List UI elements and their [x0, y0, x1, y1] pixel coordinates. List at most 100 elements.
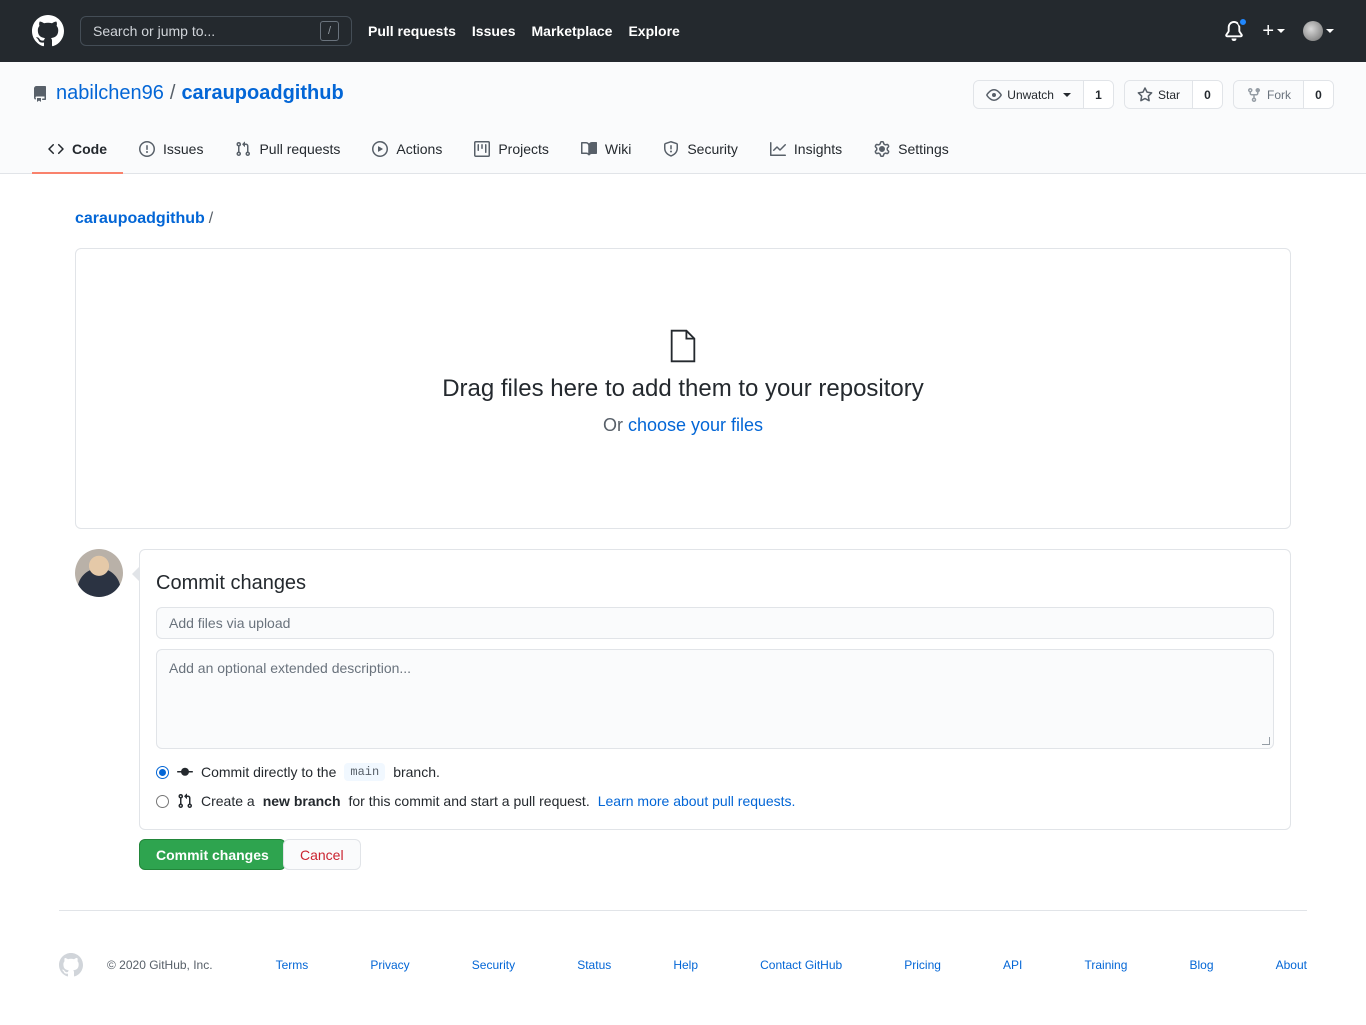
footer-link-privacy[interactable]: Privacy: [370, 958, 409, 972]
commit-summary-placeholder: Add files via upload: [169, 615, 291, 631]
github-logo-icon[interactable]: [59, 953, 83, 977]
notifications-bell-icon[interactable]: [1224, 17, 1249, 41]
fork-label: Fork: [1267, 87, 1291, 102]
footer-link-training[interactable]: Training: [1084, 958, 1127, 972]
drop-zone-heading: Drag files here to add them to your repo…: [442, 375, 924, 402]
eye-icon: [986, 88, 1003, 101]
commit-directly-prefix: Commit directly to the: [201, 764, 337, 780]
repo-title-separator: /: [169, 82, 176, 104]
breadcrumb: caraupoadgithub /: [75, 210, 213, 228]
file-drop-zone[interactable]: Drag files here to add them to your repo…: [75, 248, 1291, 529]
footer-link-api[interactable]: API: [1003, 958, 1022, 972]
footer-link-security[interactable]: Security: [472, 958, 515, 972]
nav-explore[interactable]: Explore: [628, 23, 679, 39]
search-input[interactable]: Search or jump to... /: [80, 16, 352, 46]
footer-link-help[interactable]: Help: [673, 958, 698, 972]
stars-count[interactable]: 0: [1192, 81, 1222, 108]
tab-settings[interactable]: Settings: [858, 126, 965, 174]
tab-insights-label: Insights: [793, 141, 843, 157]
code-icon: [48, 143, 64, 155]
repo-icon: [34, 85, 46, 102]
footer-link-status[interactable]: Status: [577, 958, 611, 972]
commit-description-textarea[interactable]: Add an optional extended description...: [156, 649, 1274, 749]
breadcrumb-separator: /: [208, 210, 214, 227]
chevron-down-icon: [1277, 29, 1285, 33]
footer-row: © 2020 GitHub, Inc. Terms Privacy Securi…: [59, 953, 1307, 977]
footer-link-pricing[interactable]: Pricing: [904, 958, 941, 972]
cancel-button[interactable]: Cancel: [283, 839, 361, 870]
repo-header: nabilchen96 / caraupoadgithub Unwatch 1 …: [0, 62, 1366, 174]
tab-settings-label: Settings: [898, 141, 949, 157]
avatar: [1303, 21, 1323, 41]
git-pull-request-icon: [178, 793, 193, 809]
watch-button-group: Unwatch 1: [973, 80, 1114, 109]
graph-icon: [769, 142, 786, 156]
fork-icon: [1248, 87, 1260, 102]
git-commit-icon: [177, 767, 193, 776]
tab-code[interactable]: Code: [32, 126, 123, 174]
repo-actions: Unwatch 1 Star 0 Fork 0: [973, 80, 1334, 109]
footer-links: Terms Privacy Security Status Help Conta…: [276, 958, 1307, 972]
breadcrumb-repo-link[interactable]: caraupoadgithub: [75, 210, 205, 227]
choose-files-link[interactable]: choose your files: [628, 415, 763, 435]
commit-directly-option: Commit directly to the main branch.: [156, 763, 1274, 781]
chevron-down-icon: [1062, 92, 1071, 97]
unwatch-label: Unwatch: [1007, 87, 1054, 102]
tab-wiki[interactable]: Wiki: [565, 126, 647, 174]
tab-issues-label: Issues: [163, 141, 204, 157]
star-button[interactable]: Star: [1124, 81, 1192, 108]
footer-link-about[interactable]: About: [1276, 958, 1307, 972]
commit-summary-input[interactable]: Add files via upload: [156, 607, 1274, 639]
new-branch-middle: for this commit and start a pull request…: [348, 793, 590, 809]
search-placeholder: Search or jump to...: [93, 23, 216, 39]
tab-insights[interactable]: Insights: [754, 126, 858, 174]
commit-changes-button[interactable]: Commit changes: [139, 839, 286, 870]
tab-actions[interactable]: Actions: [356, 126, 458, 174]
tab-projects[interactable]: Projects: [458, 126, 565, 174]
tab-issues[interactable]: Issues: [123, 126, 219, 174]
footer-link-blog[interactable]: Blog: [1190, 958, 1214, 972]
fork-button[interactable]: Fork: [1234, 81, 1303, 108]
commit-form: Commit changes Add files via upload Add …: [132, 549, 1291, 830]
global-header: Search or jump to... / Pull requests Iss…: [0, 0, 1366, 62]
chevron-down-icon: [1326, 29, 1334, 33]
forks-count[interactable]: 0: [1303, 81, 1333, 108]
unread-dot: [1238, 17, 1249, 27]
user-menu-dropdown[interactable]: [1303, 21, 1334, 41]
create-new-dropdown[interactable]: +: [1262, 20, 1285, 43]
tab-actions-label: Actions: [396, 141, 443, 157]
resize-handle-icon[interactable]: [1262, 737, 1270, 745]
new-branch-radio[interactable]: [156, 794, 169, 808]
plus-icon: +: [1262, 19, 1274, 42]
footer-link-terms[interactable]: Terms: [276, 958, 309, 972]
star-label: Star: [1157, 87, 1180, 102]
tab-pull-requests-label: Pull requests: [259, 141, 341, 157]
learn-more-pull-requests-link[interactable]: Learn more about pull requests.: [598, 793, 796, 809]
unwatch-button[interactable]: Unwatch: [974, 81, 1083, 108]
github-logo-icon[interactable]: [32, 15, 64, 47]
nav-issues[interactable]: Issues: [472, 23, 516, 39]
footer-link-contact[interactable]: Contact GitHub: [760, 958, 842, 972]
gear-icon: [874, 141, 890, 157]
site-footer: © 2020 GitHub, Inc. Terms Privacy Securi…: [59, 910, 1307, 1010]
tab-security[interactable]: Security: [647, 126, 754, 174]
book-icon: [580, 141, 597, 156]
shield-icon: [664, 141, 679, 157]
global-nav: Pull requests Issues Marketplace Explore: [368, 23, 680, 39]
git-pull-request-icon: [236, 141, 251, 157]
commit-directly-radio[interactable]: [156, 765, 169, 779]
or-text: Or: [602, 415, 623, 435]
tab-pull-requests[interactable]: Pull requests: [219, 126, 356, 174]
repo-owner-link[interactable]: nabilchen96: [56, 82, 164, 105]
star-icon: [1137, 86, 1153, 101]
commit-description-placeholder: Add an optional extended description...: [169, 660, 412, 676]
search-shortcut-hint: /: [320, 21, 339, 41]
fork-button-group: Fork 0: [1233, 80, 1334, 109]
watchers-count[interactable]: 1: [1082, 81, 1113, 108]
nav-pull-requests[interactable]: Pull requests: [368, 23, 456, 39]
repo-name-link[interactable]: caraupoadgithub: [181, 82, 343, 105]
nav-marketplace[interactable]: Marketplace: [532, 23, 613, 39]
commit-form-title: Commit changes: [156, 572, 307, 594]
tab-security-label: Security: [687, 141, 738, 157]
tab-code-label: Code: [72, 141, 107, 157]
